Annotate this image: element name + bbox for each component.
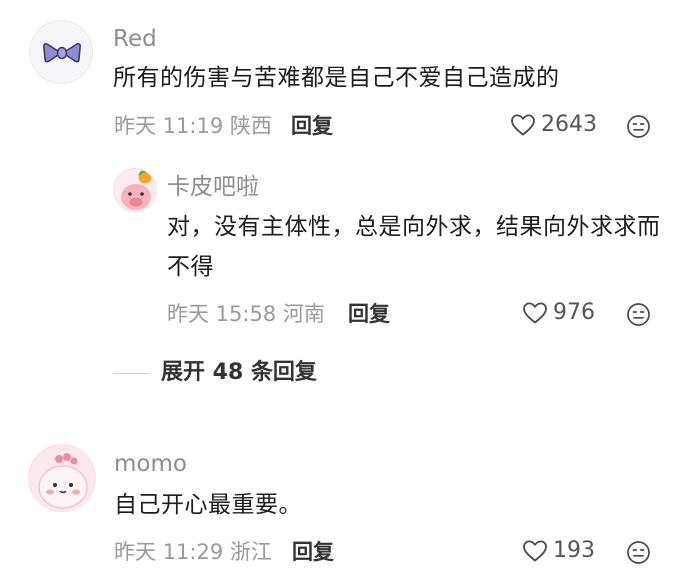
comment-location: 浙江	[229, 540, 272, 564]
like-button[interactable]: 193	[522, 539, 595, 563]
reply-button[interactable]: 回复	[291, 116, 333, 137]
reply-location: 河南	[282, 302, 325, 326]
like-button[interactable]: 976	[522, 301, 595, 325]
like-count: 976	[553, 300, 595, 325]
username[interactable]: 卡皮吧啦	[167, 176, 259, 199]
smiley-face-icon	[627, 115, 650, 138]
heart-outline-icon	[523, 302, 547, 324]
comment-item: momo 自己开心最重要。 昨天 11:29 浙江 回复 193	[0, 430, 690, 582]
smiley-face-icon	[627, 303, 650, 326]
comment-location: 陕西	[229, 114, 272, 138]
heart-outline-icon	[511, 114, 535, 136]
emoji-reaction-button[interactable]	[626, 114, 651, 143]
reply-item: 卡皮吧啦 对，没有主体性，总是向外求，结果向外求求而不得 昨天 15:58 河南…	[0, 150, 690, 340]
reply-text: 对，没有主体性，总是向外求，结果向外求求而不得	[167, 214, 661, 280]
username[interactable]: momo	[114, 453, 187, 476]
avatar[interactable]	[28, 444, 96, 512]
emoji-reaction-button[interactable]	[626, 540, 651, 569]
expand-replies-button[interactable]: 展开 48 条回复	[113, 362, 317, 384]
like-button[interactable]: 2643	[510, 113, 597, 137]
reply-time: 昨天 15:58	[167, 302, 277, 326]
heart-outline-icon	[523, 540, 547, 562]
comment-list: Red 所有的伤害与苦难都是自己不爱自己造成的 昨天 11:19 陕西 回复 2…	[0, 0, 690, 582]
avatar[interactable]	[113, 168, 157, 212]
username[interactable]: Red	[113, 28, 157, 51]
emoji-reaction-button[interactable]	[626, 302, 651, 331]
smiley-face-icon	[627, 541, 650, 564]
like-count: 193	[553, 538, 595, 563]
capybara-avatar-icon	[114, 169, 156, 211]
bow-icon	[43, 43, 81, 63]
pink-dinosaur-avatar-icon	[29, 445, 95, 511]
reply-meta: 昨天 15:58 河南	[167, 304, 325, 325]
comment-meta: 昨天 11:19 陕西	[114, 116, 272, 137]
comment-time: 昨天 11:29	[114, 540, 224, 564]
comment-text: 所有的伤害与苦难都是自己不爱自己造成的	[113, 65, 560, 91]
reply-button[interactable]: 回复	[292, 542, 334, 563]
expand-replies-label: 展开 48 条回复	[161, 360, 317, 385]
comment-meta: 昨天 11:29 浙江	[114, 542, 272, 563]
comment-text: 自己开心最重要。	[114, 492, 302, 518]
like-count: 2643	[541, 112, 597, 137]
reply-button[interactable]: 回复	[348, 304, 390, 325]
comment-time: 昨天 11:19	[114, 114, 224, 138]
expand-divider	[113, 372, 149, 374]
comment-item: Red 所有的伤害与苦难都是自己不爱自己造成的 昨天 11:19 陕西 回复 2…	[0, 0, 690, 150]
avatar[interactable]	[29, 20, 93, 84]
